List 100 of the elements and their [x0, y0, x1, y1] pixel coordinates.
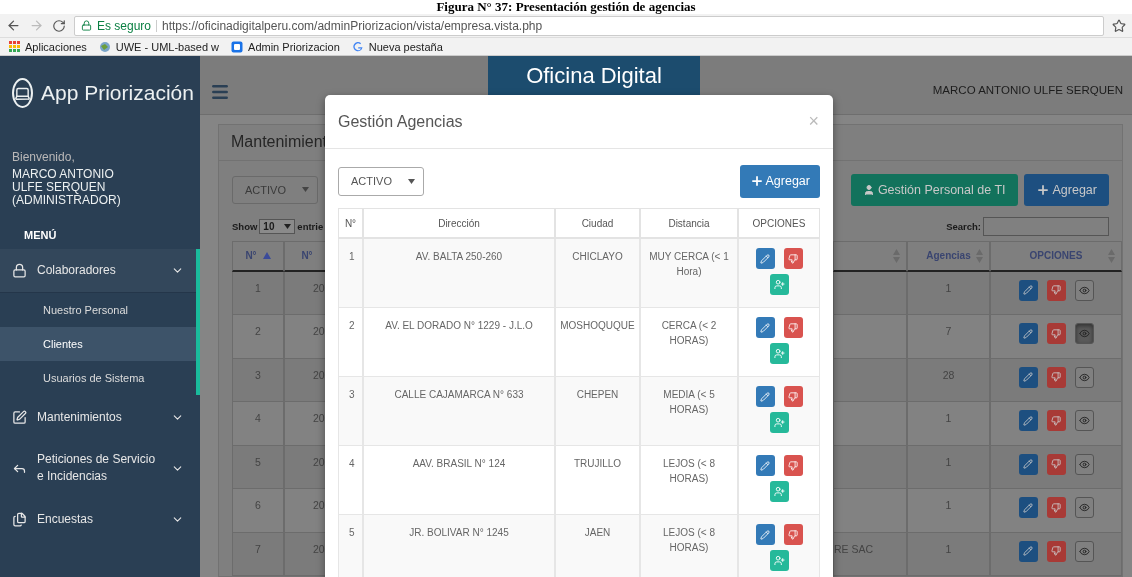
thumbs-down-button[interactable]: [783, 455, 803, 476]
view-button[interactable]: [1074, 323, 1094, 344]
add-user-button[interactable]: [769, 343, 789, 364]
table-cell: AV. EL DORADO N° 1229 - J.L.O: [363, 308, 555, 377]
table-cell: MEDIA (< 5 HORAS): [640, 377, 738, 446]
user-name: MARCO ANTONIO ULFE SERQUEN (ADMINISTRADOR): [11, 168, 122, 207]
edit-button[interactable]: [755, 524, 775, 545]
view-button[interactable]: [1074, 540, 1094, 562]
table-cell: 1: [907, 489, 990, 533]
address-bar[interactable]: Es seguro https://oficinadigitalperu.com/adminPriorizacion/vista/empresa.vista.php: [74, 15, 1104, 36]
user-menu[interactable]: MARCO ANTONIO ULFE SERQUEN: [932, 84, 1123, 96]
thumbs-down-button[interactable]: [783, 386, 803, 407]
pencil-icon: [1023, 372, 1033, 382]
bookmark-link[interactable]: Nueva pestaña: [351, 40, 443, 53]
thumbs-down-button[interactable]: [1046, 323, 1066, 344]
staff-button[interactable]: Gestión Personal de TI: [850, 173, 1018, 206]
add-user-button[interactable]: [769, 274, 789, 295]
eye-icon: [1078, 284, 1090, 296]
edit-button[interactable]: [1018, 497, 1038, 518]
search-field[interactable]: [983, 217, 1109, 236]
thumbs-down-button[interactable]: [1046, 279, 1066, 301]
globe-icon: [98, 40, 111, 53]
bookmark-link[interactable]: Admin Priorizacion: [231, 40, 340, 53]
add-user-button[interactable]: [769, 550, 789, 571]
menu-heading: MENÚ: [23, 228, 58, 243]
pencil-icon: [1023, 285, 1033, 295]
security-label: Es seguro: [97, 18, 152, 33]
bookmark-link[interactable]: Aplicaciones: [8, 40, 87, 53]
view-button[interactable]: [1074, 366, 1094, 388]
lock-icon: [81, 20, 92, 31]
sidebar-item[interactable]: Peticiones de Servicio e Incidencias: [0, 439, 196, 497]
add-user-button[interactable]: [769, 481, 789, 502]
pencil-icon: [760, 460, 770, 471]
plus-icon: [749, 174, 764, 188]
welcome-text: Bienvenido,: [11, 149, 76, 166]
add-button[interactable]: Agregar: [739, 164, 820, 198]
page-size-select[interactable]: 10: [259, 219, 296, 234]
edit-button[interactable]: [755, 317, 775, 338]
thumbs-down-button[interactable]: [1046, 366, 1066, 388]
pencil-icon: [1023, 502, 1033, 513]
apps-grid-icon: [8, 40, 20, 53]
pencil-icon: [760, 391, 770, 402]
user-plus-icon: [773, 486, 785, 497]
thumbs-down-button[interactable]: [1046, 540, 1066, 562]
edit-button[interactable]: [755, 248, 775, 269]
window-icon: [231, 40, 244, 53]
sort-ascending-icon[interactable]: [262, 252, 271, 259]
table-cell: 6: [232, 489, 284, 533]
thumbs-down-icon: [1051, 372, 1061, 382]
edit-button[interactable]: [755, 386, 775, 407]
thumbs-down-icon: [1051, 502, 1061, 513]
edit-button[interactable]: [755, 455, 775, 476]
sidebar-item[interactable]: Encuestas: [0, 497, 196, 541]
back-icon[interactable]: [6, 18, 21, 33]
pencil-icon: [760, 322, 770, 333]
thumbs-down-icon: [788, 322, 798, 333]
reload-icon[interactable]: [52, 18, 66, 33]
bookmark-link[interactable]: UWE - UML-based w: [98, 40, 220, 53]
table-cell: CHEPEN: [555, 377, 640, 446]
view-button[interactable]: [1074, 279, 1094, 301]
edit-button[interactable]: [1018, 323, 1038, 344]
edit-button[interactable]: [1018, 453, 1038, 475]
thumbs-down-button[interactable]: [783, 524, 803, 545]
edit-button[interactable]: [1018, 279, 1038, 301]
menu-icon[interactable]: [210, 82, 230, 102]
table-cell: CALLE CAJAMARCA N° 633: [363, 377, 555, 446]
view-button[interactable]: [1074, 453, 1094, 475]
forward-icon[interactable]: [29, 18, 44, 33]
thumbs-down-icon: [1051, 546, 1061, 556]
table-cell: 1: [907, 402, 990, 446]
table-cell: CERCA (< 2 HORAS): [640, 308, 738, 377]
bookmark-star-icon[interactable]: [1112, 18, 1126, 33]
status-select[interactable]: ACTIVO: [338, 166, 424, 196]
url-text: https://oficinadigitalperu.com/adminPriorizacion/vista/empresa.vista.php: [162, 18, 543, 33]
user-plus-icon: [773, 555, 785, 566]
sidebar-item[interactable]: Mantenimientos: [0, 395, 196, 439]
edit-button[interactable]: [1018, 366, 1038, 388]
submenu-item[interactable]: Clientes: [0, 327, 196, 361]
thumbs-down-button[interactable]: [783, 248, 803, 269]
thumbs-down-button[interactable]: [1046, 410, 1066, 431]
thumbs-down-button[interactable]: [783, 317, 803, 338]
show-label: Show: [232, 221, 258, 232]
edit-button[interactable]: [1018, 540, 1038, 562]
thumbs-down-icon: [788, 391, 798, 402]
view-button[interactable]: [1074, 497, 1094, 518]
add-user-button[interactable]: [769, 412, 789, 433]
figure-caption: Figura N° 37: Presentación gestión de agencias: [436, 0, 696, 14]
view-button[interactable]: [1074, 410, 1094, 431]
thumbs-down-icon: [788, 529, 798, 540]
user-plus-icon: [773, 348, 785, 359]
table-cell: 1: [338, 239, 363, 308]
edit-button[interactable]: [1018, 410, 1038, 431]
add-button[interactable]: Agregar: [1023, 173, 1109, 206]
thumbs-down-button[interactable]: [1046, 497, 1066, 518]
pencil-icon: [1023, 459, 1033, 469]
user-plus-icon: [773, 417, 785, 428]
sidebar-item[interactable]: Colaboradores: [0, 249, 196, 293]
caret-icon: [302, 187, 309, 192]
table-cell: TRUJILLO: [555, 446, 640, 515]
thumbs-down-button[interactable]: [1046, 453, 1066, 475]
